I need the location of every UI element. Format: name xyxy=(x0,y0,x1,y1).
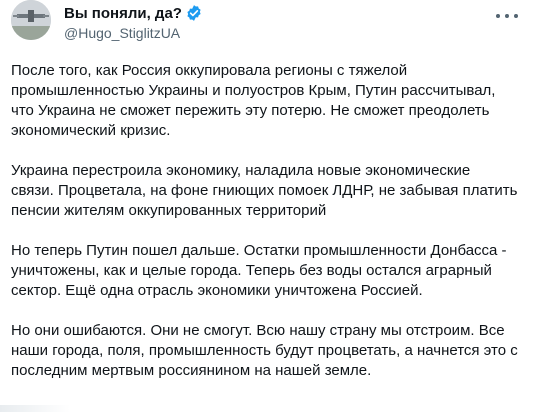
text-line: последним мертвым россиянином на нашей з… xyxy=(11,362,372,379)
text-line: пенсии жителям оккупированных территорий xyxy=(11,202,327,219)
dot xyxy=(514,14,518,18)
tweet: Вы поняли, да? @Hugo_StiglitzUA После то… xyxy=(0,0,534,412)
tweet-paragraph-4: Но они ошибаются. Они не смогут. Всю наш… xyxy=(11,321,526,381)
text-line: После того, как Россия оккупировала реги… xyxy=(11,62,408,79)
text-line: связи. Процветала, на фоне гниющих помое… xyxy=(11,182,518,199)
more-dots-icon[interactable] xyxy=(496,9,518,23)
avatar[interactable] xyxy=(11,0,51,40)
avatar-icon xyxy=(11,0,51,40)
text-line: сектор. Ещё одна отрасль экономики уничт… xyxy=(11,282,423,299)
text-line: экономический кризис. xyxy=(11,122,171,139)
text-line: промышленностью Украины и полуостров Кры… xyxy=(11,82,496,99)
display-name[interactable]: Вы поняли, да? xyxy=(64,5,182,22)
text-line: Но они ошибаются. Они не смогут. Всю наш… xyxy=(11,322,505,339)
tweet-header: Вы поняли, да? @Hugo_StiglitzUA xyxy=(64,3,203,41)
tweet-paragraph-2: Украина перестроила экономику, наладила … xyxy=(11,161,526,221)
dot xyxy=(496,14,500,18)
tweet-text: После того, как Россия оккупировала реги… xyxy=(11,61,526,401)
text-line: уничтожены, как и целые города. Теперь б… xyxy=(11,262,492,279)
verified-badge-icon xyxy=(185,4,203,22)
name-row: Вы поняли, да? xyxy=(64,3,203,23)
tweet-paragraph-3: Но теперь Путин пошел дальше. Остатки пр… xyxy=(11,241,526,301)
user-handle[interactable]: @Hugo_StiglitzUA xyxy=(64,25,203,41)
tweet-paragraph-1: После того, как Россия оккупировала реги… xyxy=(11,61,526,141)
text-line: Но теперь Путин пошел дальше. Остатки пр… xyxy=(11,242,507,259)
text-line: что Украина не сможет пережить эту потер… xyxy=(11,102,490,119)
media-preview-edge xyxy=(0,405,70,412)
text-line: наши города, поля, промышленность будут … xyxy=(11,342,518,359)
text-line: Украина перестроила экономику, наладила … xyxy=(11,162,471,179)
dot xyxy=(505,14,509,18)
